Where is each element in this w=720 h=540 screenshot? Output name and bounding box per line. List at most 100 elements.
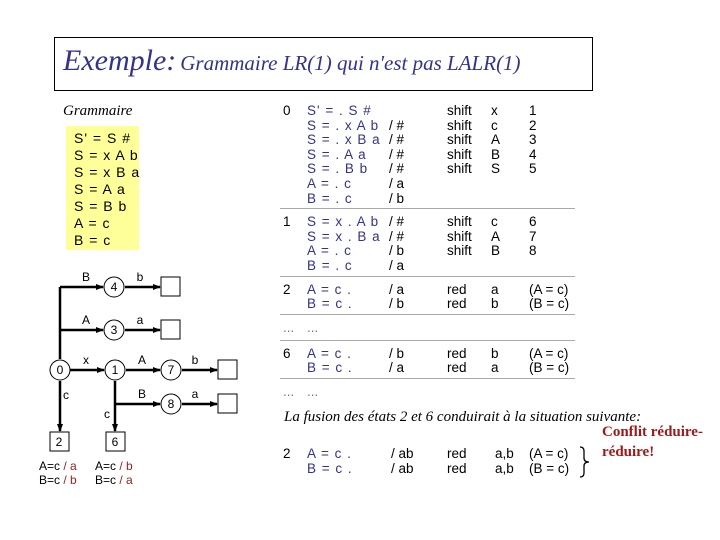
state-number: 2: [283, 281, 291, 297]
target: (B = c): [529, 360, 570, 376]
ellipsis-item: ...: [307, 319, 319, 335]
table-separator: [280, 339, 575, 341]
conflict-message: Conflit réduire- réduire!: [602, 422, 703, 462]
fusion-symbol: a,b: [495, 446, 514, 461]
target: 1: [529, 103, 537, 118]
conflict-line-2: réduire!: [602, 444, 655, 460]
symbol: a: [491, 281, 499, 297]
target: 2: [529, 117, 537, 133]
lookahead: / #: [389, 117, 405, 133]
fusion-action: red: [447, 446, 467, 461]
state-number: 0: [283, 103, 291, 118]
state-number: 6: [283, 345, 291, 361]
lookahead: / #: [389, 146, 405, 162]
lr-item: B = c .: [307, 360, 353, 376]
fusion-target: (B = c): [529, 461, 570, 476]
target: 4: [529, 146, 537, 162]
fusion-lookahead: / ab: [391, 461, 414, 476]
action: shift: [447, 214, 472, 230]
table-separator: [280, 378, 575, 379]
ellipsis-item: ...: [307, 384, 319, 399]
edge-label-1-8: B: [138, 387, 146, 401]
lr-item: A = c .: [307, 345, 352, 361]
symbol: B: [491, 146, 501, 162]
target: 8: [529, 243, 537, 259]
action: red: [447, 296, 467, 312]
state-7-label: 7: [168, 363, 175, 377]
table-separator: [280, 313, 575, 315]
action: shift: [447, 132, 472, 148]
accept-box-7: [217, 359, 238, 380]
symbol: A: [491, 228, 501, 244]
lookahead: / b: [389, 243, 405, 259]
action: shift: [447, 161, 472, 177]
edge-label-0-2: c: [63, 388, 69, 402]
symbol: c: [491, 214, 498, 230]
ellipsis-state: ...: [283, 319, 295, 335]
table-separator: [280, 208, 575, 210]
state-2-label: 2: [56, 435, 63, 449]
fusion-symbol: a,b: [495, 461, 514, 476]
symbol: A: [491, 132, 501, 148]
lr-item: B = c .: [307, 296, 353, 312]
lookahead: / b: [389, 345, 405, 361]
state-2-item: A=c / a: [39, 459, 77, 473]
edge-label-0-4: B: [82, 270, 90, 284]
action: shift: [447, 228, 472, 244]
lr-item: S' = . S #: [307, 103, 372, 118]
state-6-items: A=c / b B=c / a: [95, 459, 133, 487]
lr-item: A = . c: [307, 243, 352, 259]
lookahead: / b: [389, 296, 405, 312]
lookahead: / a: [389, 176, 405, 191]
edge-label-8-out: a: [192, 387, 199, 401]
fusion-item: B = c .: [307, 461, 353, 476]
edge-label-4-out: b: [137, 270, 144, 284]
lr-item: S = . B b: [307, 161, 369, 177]
lr-item: S = . x B a: [307, 132, 381, 148]
edge-label-7-out: b: [192, 353, 199, 367]
fusion-caption: La fusion des états 2 et 6 conduirait à …: [284, 409, 642, 425]
lr-item: B = . c: [307, 258, 353, 273]
symbol: b: [491, 345, 499, 361]
symbol: B: [491, 243, 501, 259]
lookahead: / #: [389, 228, 405, 244]
state-number: 1: [283, 214, 291, 230]
state-8-label: 8: [168, 397, 175, 411]
lookahead: / b: [389, 190, 405, 206]
edge-label-0-1: x: [83, 353, 89, 367]
lr-item: S = . x A b: [307, 117, 380, 133]
state-1-label: 1: [112, 363, 119, 377]
fusion-lookahead: / ab: [391, 446, 414, 461]
edge-label-1-7: A: [138, 353, 146, 367]
target: 3: [529, 132, 537, 148]
lr-item: B = . c: [307, 190, 353, 206]
ellipsis-state: ...: [283, 384, 295, 399]
lookahead: / a: [389, 360, 405, 376]
lr-item: S = . A a: [307, 146, 367, 162]
fusion-target: (A = c): [529, 446, 569, 461]
lr-item: S = x . B a: [307, 228, 381, 244]
accept-box-3: [160, 319, 181, 340]
edge-label-1-6: c: [104, 407, 110, 421]
action: shift: [447, 117, 472, 133]
lookahead: / a: [389, 258, 405, 273]
symbol: c: [491, 117, 498, 133]
state-3-label: 3: [111, 323, 118, 337]
brace-icon: [579, 446, 590, 478]
lr-item: A = . c: [307, 176, 352, 191]
state-2-item: B=c / b: [39, 473, 77, 487]
symbol: b: [491, 296, 499, 312]
state-6-item: A=c / b: [95, 459, 133, 473]
edge-label-3-out: a: [137, 313, 144, 327]
fusion-item: A = c .: [307, 446, 352, 461]
lookahead: / a: [389, 281, 405, 297]
state-0-label: 0: [57, 363, 64, 377]
action: shift: [447, 146, 472, 162]
target: 6: [529, 214, 537, 230]
state-2-items: A=c / a B=c / b: [39, 459, 77, 487]
action: shift: [447, 243, 472, 259]
table-separator: [280, 275, 575, 277]
target: (A = c): [529, 281, 569, 297]
lookahead: / #: [389, 132, 405, 148]
state-6-item: B=c / a: [95, 473, 133, 487]
